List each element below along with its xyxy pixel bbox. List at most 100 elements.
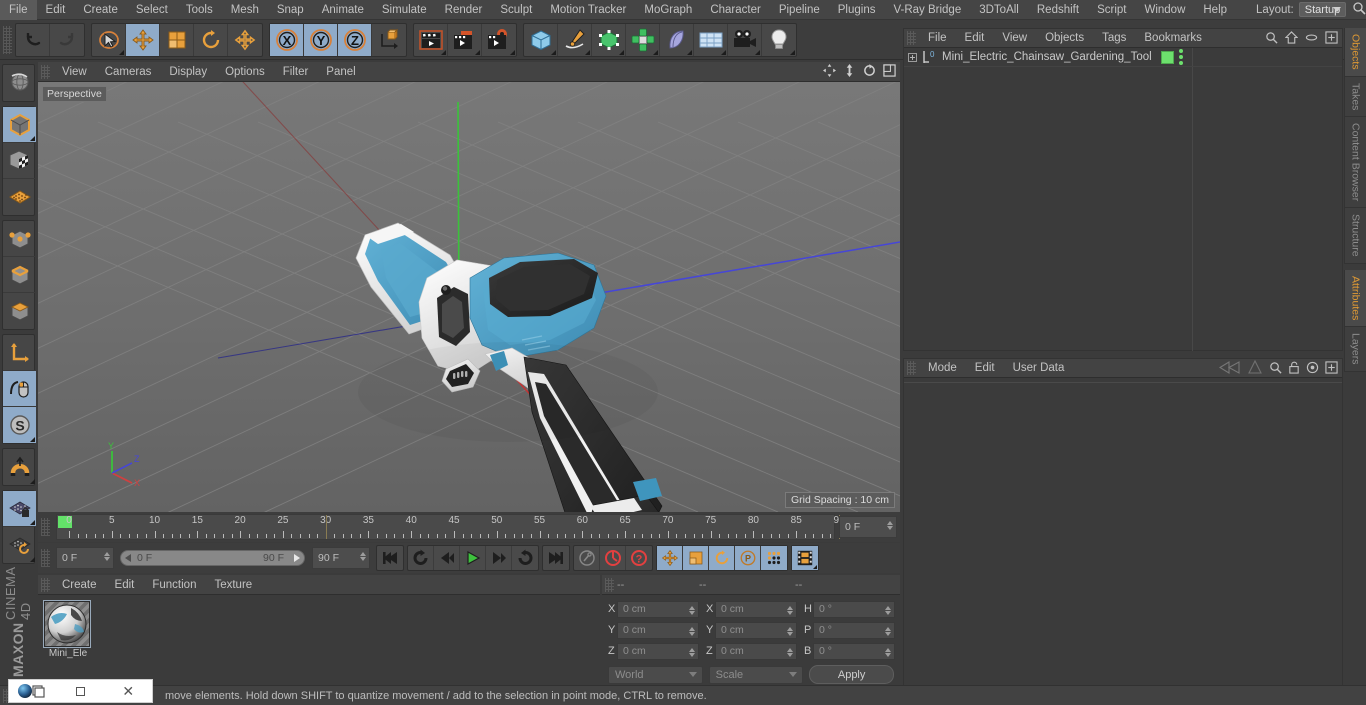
coord-field-pos-y[interactable]: 0 cm [617,621,699,639]
points-mode-button[interactable] [3,221,36,257]
viewport-menu-panel[interactable]: Panel [317,62,364,82]
soft-selection-button[interactable]: S [3,407,36,443]
viewport-3d-canvas[interactable]: Perspective Grid Spacing : 10 cm Y X Z [38,82,900,512]
key-scale-button[interactable] [683,546,709,570]
menu-item-mograph[interactable]: MoGraph [635,0,701,20]
attribute-menu-edit[interactable]: Edit [966,358,1004,378]
model-mode-button[interactable] [3,143,36,179]
expand-toggle-icon[interactable] [908,52,917,62]
viewport-solo-button[interactable] [3,371,36,407]
texture-mode-button[interactable] [3,179,36,215]
menu-item-character[interactable]: Character [701,0,770,20]
viewport-menu-view[interactable]: View [53,62,96,82]
lock-x-axis[interactable]: X [270,23,304,56]
object-menu-tags[interactable]: Tags [1093,28,1135,48]
stepper-icon[interactable] [360,552,366,561]
coord-field-size-z[interactable]: 0 cm [715,642,797,660]
stepper-icon[interactable] [689,647,695,657]
lock-icon[interactable] [1288,361,1300,377]
dynamic-place-tool[interactable] [228,24,262,56]
object-row[interactable]: 0 Mini_Electric_Chainsaw_Gardening_Tool [904,48,1342,67]
render-view-button[interactable] [414,23,448,56]
go-to-end-button[interactable] [543,546,569,570]
material-menu-create[interactable]: Create [53,575,106,595]
ellipse-icon[interactable] [1305,31,1318,47]
object-menu-bookmarks[interactable]: Bookmarks [1135,28,1211,48]
undo-button[interactable] [16,23,50,56]
viewport-menu-filter[interactable]: Filter [274,62,318,82]
step-back-button[interactable] [434,546,460,570]
rotate-icon[interactable] [863,64,876,80]
app-icon-group[interactable] [9,680,57,702]
axis-mode-button[interactable] [3,335,36,371]
menu-item-tools[interactable]: Tools [177,0,222,20]
apply-button[interactable]: Apply [809,665,894,684]
maximize-icon[interactable] [883,64,896,80]
coordinate-system-dropdown[interactable]: World [608,665,703,684]
undo-view-button[interactable] [3,65,36,101]
autokeying-button[interactable] [600,546,626,570]
add-environment-button[interactable] [694,23,728,56]
tab-objects[interactable]: Objects [1344,28,1366,77]
viewport-menu-options[interactable]: Options [216,62,274,82]
add-deformer-button[interactable] [660,23,694,56]
attribute-menu-mode[interactable]: Mode [919,358,966,378]
close-icon[interactable]: ✕ [104,680,152,702]
world-object-axis[interactable] [372,24,406,56]
menu-item-mesh[interactable]: Mesh [222,0,268,20]
snap-magnet-button[interactable] [3,449,36,485]
make-editable-button[interactable] [3,107,36,143]
layout-dropdown[interactable]: Startup [1298,2,1346,17]
stepper-icon[interactable] [689,605,695,615]
polygons-mode-button[interactable] [3,293,36,329]
lock-y-axis[interactable]: Y [304,23,338,56]
menu-item-pipeline[interactable]: Pipeline [770,0,829,20]
coord-field-size-x[interactable]: 0 cm [715,600,797,618]
pan-icon[interactable] [823,64,836,80]
lock-z-axis[interactable]: Z [338,23,372,56]
stepper-icon[interactable] [689,626,695,636]
key-parameter-button[interactable]: P [735,546,761,570]
go-to-start-button[interactable] [377,546,403,570]
stepper-icon[interactable] [104,552,110,561]
material-manager-grip[interactable] [41,577,50,592]
search-icon[interactable] [1352,1,1366,18]
material-thumbnail[interactable] [43,600,91,648]
move-tool[interactable] [126,23,160,56]
menu-item-create[interactable]: Create [74,0,127,20]
material-menu-edit[interactable]: Edit [106,575,144,595]
scale-tool[interactable] [160,23,194,56]
maximize-icon[interactable] [57,680,105,702]
stepper-icon[interactable] [787,626,793,636]
render-settings-button[interactable] [482,24,516,56]
transport-grip[interactable] [41,549,50,567]
plus-box-icon[interactable] [1325,31,1338,47]
plus-box-icon[interactable] [1325,361,1338,377]
menu-item-3dtoall[interactable]: 3DToAll [970,0,1028,20]
menu-item-render[interactable]: Render [436,0,492,20]
tab-layers[interactable]: Layers [1344,327,1366,372]
menu-item-edit[interactable]: Edit [37,0,75,20]
timeline-frame-field[interactable]: 0 F [839,516,897,538]
material-list[interactable]: Mini_Ele [38,595,600,685]
object-menu-file[interactable]: File [919,28,956,48]
coord-field-pos-z[interactable]: 0 cm [617,642,699,660]
object-visibility-badge[interactable] [1160,50,1174,64]
animation-mode-button[interactable] [792,546,818,570]
history-back-icon[interactable] [1218,360,1241,378]
menu-item-file[interactable]: File [0,0,37,20]
current-frame-field[interactable]: 0 F [56,547,114,569]
material-menu-texture[interactable]: Texture [205,575,261,595]
tab-attributes[interactable]: Attributes [1344,269,1366,328]
stepper-icon[interactable] [885,605,891,615]
coord-field-rot-b[interactable]: 0 ° [813,642,895,660]
attribute-manager-body[interactable] [904,382,1342,688]
lock-workplane-button[interactable] [3,491,36,527]
object-menu-view[interactable]: View [993,28,1036,48]
coord-field-pos-x[interactable]: 0 cm [617,600,699,618]
object-tree[interactable]: 0 Mini_Electric_Chainsaw_Gardening_Tool [904,48,1342,351]
menu-item-sculpt[interactable]: Sculpt [491,0,541,20]
play-loop-button[interactable] [512,546,538,570]
menu-item-select[interactable]: Select [127,0,177,20]
tab-takes[interactable]: Takes [1344,76,1366,118]
